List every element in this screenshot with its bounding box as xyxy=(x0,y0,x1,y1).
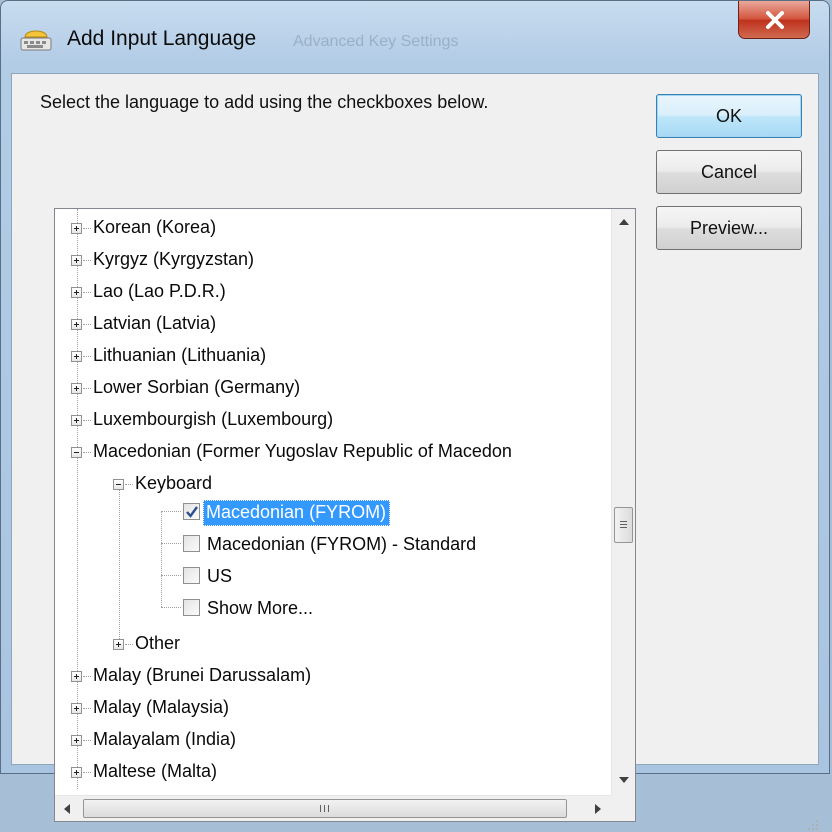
checkbox-macedonian-fyrom[interactable] xyxy=(183,503,200,520)
tree-line xyxy=(83,228,91,229)
expand-icon[interactable] xyxy=(71,351,82,362)
tree-line xyxy=(83,420,91,421)
ok-button[interactable]: OK xyxy=(656,94,802,138)
background-window-title: Advanced Key Settings xyxy=(293,33,459,50)
scrollbar-corner xyxy=(611,795,635,821)
dialog-body: Select the language to add using the che… xyxy=(11,73,819,830)
cancel-button[interactable]: Cancel xyxy=(656,150,802,194)
scroll-left-icon[interactable] xyxy=(64,804,70,814)
tree-item-macedonian[interactable]: Macedonian (Former Yugoslav Republic of … xyxy=(93,441,512,462)
expand-icon[interactable] xyxy=(71,671,82,682)
tree-line xyxy=(161,511,181,512)
tree-line xyxy=(83,324,91,325)
tree-item-malay-malaysia[interactable]: Malay (Malaysia) xyxy=(93,697,229,718)
tree-item-macedonian-fyrom-standard[interactable]: Macedonian (FYROM) - Standard xyxy=(207,534,476,555)
close-icon xyxy=(766,11,784,29)
expand-icon[interactable] xyxy=(71,383,82,394)
expand-icon[interactable] xyxy=(71,319,82,330)
checkbox-show-more[interactable] xyxy=(183,599,200,616)
title-bar[interactable]: Add Input Language Advanced Key Settings xyxy=(1,1,829,73)
grip-line xyxy=(320,805,321,812)
expand-icon[interactable] xyxy=(71,735,82,746)
scroll-right-icon[interactable] xyxy=(595,804,601,814)
tree-item-luxembourgish[interactable]: Luxembourgish (Luxembourg) xyxy=(93,409,333,430)
expand-icon[interactable] xyxy=(71,415,82,426)
close-button[interactable] xyxy=(738,1,810,39)
preview-button[interactable]: Preview... xyxy=(656,206,802,250)
grip-line xyxy=(328,805,329,812)
grip-line xyxy=(620,527,627,528)
tree-line xyxy=(125,484,133,485)
tree-line xyxy=(119,479,120,639)
tree-item-lithuanian[interactable]: Lithuanian (Lithuania) xyxy=(93,345,266,366)
tree-line xyxy=(83,708,91,709)
collapse-icon[interactable] xyxy=(113,479,124,490)
tree-item-show-more[interactable]: Show More... xyxy=(207,598,313,619)
tree-line xyxy=(161,543,181,544)
tree-line xyxy=(83,452,91,453)
scroll-down-icon[interactable] xyxy=(619,777,629,783)
expand-icon[interactable] xyxy=(113,639,124,650)
tree-item-malayalam[interactable]: Malayalam (India) xyxy=(93,729,236,750)
scroll-up-icon[interactable] xyxy=(619,219,629,225)
tree-item-korean[interactable]: Korean (Korea) xyxy=(93,217,216,238)
tree-item-kyrgyz[interactable]: Kyrgyz (Kyrgyzstan) xyxy=(93,249,254,270)
resize-grip-icon[interactable] xyxy=(806,818,820,832)
tree-item-malay-brunei[interactable]: Malay (Brunei Darussalam) xyxy=(93,665,311,686)
checkbox-macedonian-fyrom-standard[interactable] xyxy=(183,535,200,552)
instruction-text: Select the language to add using the che… xyxy=(40,92,489,112)
tree-line xyxy=(83,260,91,261)
expand-icon[interactable] xyxy=(71,287,82,298)
grip-line xyxy=(620,521,627,522)
keyboard-language-icon xyxy=(20,30,52,51)
tree-line xyxy=(83,740,91,741)
tree-line xyxy=(125,644,133,645)
expand-icon[interactable] xyxy=(71,255,82,266)
tree-item-us[interactable]: US xyxy=(207,566,232,587)
grip-line xyxy=(620,524,627,525)
language-tree[interactable]: Korean (Korea) Kyrgyz (Kyrgyzstan) Lao (… xyxy=(54,208,636,822)
horizontal-scroll-thumb[interactable] xyxy=(83,799,567,818)
tree-line xyxy=(161,575,181,576)
checkmark-icon xyxy=(186,506,198,518)
horizontal-scrollbar[interactable] xyxy=(55,795,611,821)
tree-line xyxy=(83,388,91,389)
tree-line xyxy=(83,356,91,357)
tree-item-latvian[interactable]: Latvian (Latvia) xyxy=(93,313,216,334)
tree-item-other[interactable]: Other xyxy=(135,633,180,654)
expand-icon[interactable] xyxy=(71,703,82,714)
expand-icon[interactable] xyxy=(71,223,82,234)
window-title: Add Input Language xyxy=(67,27,257,50)
tree-item-macedonian-fyrom[interactable]: Macedonian (FYROM) xyxy=(203,500,391,526)
tree-item-keyboard[interactable]: Keyboard xyxy=(135,473,212,494)
tree-line xyxy=(83,676,91,677)
tree-line xyxy=(161,511,162,607)
vertical-scrollbar[interactable] xyxy=(611,209,635,795)
collapse-icon[interactable] xyxy=(71,447,82,458)
grip-line xyxy=(324,805,325,812)
vertical-scroll-thumb[interactable] xyxy=(614,507,633,543)
expand-icon[interactable] xyxy=(71,767,82,778)
tree-line xyxy=(83,772,91,773)
tree-item-lower-sorbian[interactable]: Lower Sorbian (Germany) xyxy=(93,377,300,398)
checkbox-us[interactable] xyxy=(183,567,200,584)
tree-item-maltese[interactable]: Maltese (Malta) xyxy=(93,761,217,782)
tree-item-lao[interactable]: Lao (Lao P.D.R.) xyxy=(93,281,226,302)
tree-line xyxy=(83,292,91,293)
tree-line xyxy=(161,607,181,608)
dialog-window: Add Input Language Advanced Key Settings… xyxy=(0,0,830,830)
